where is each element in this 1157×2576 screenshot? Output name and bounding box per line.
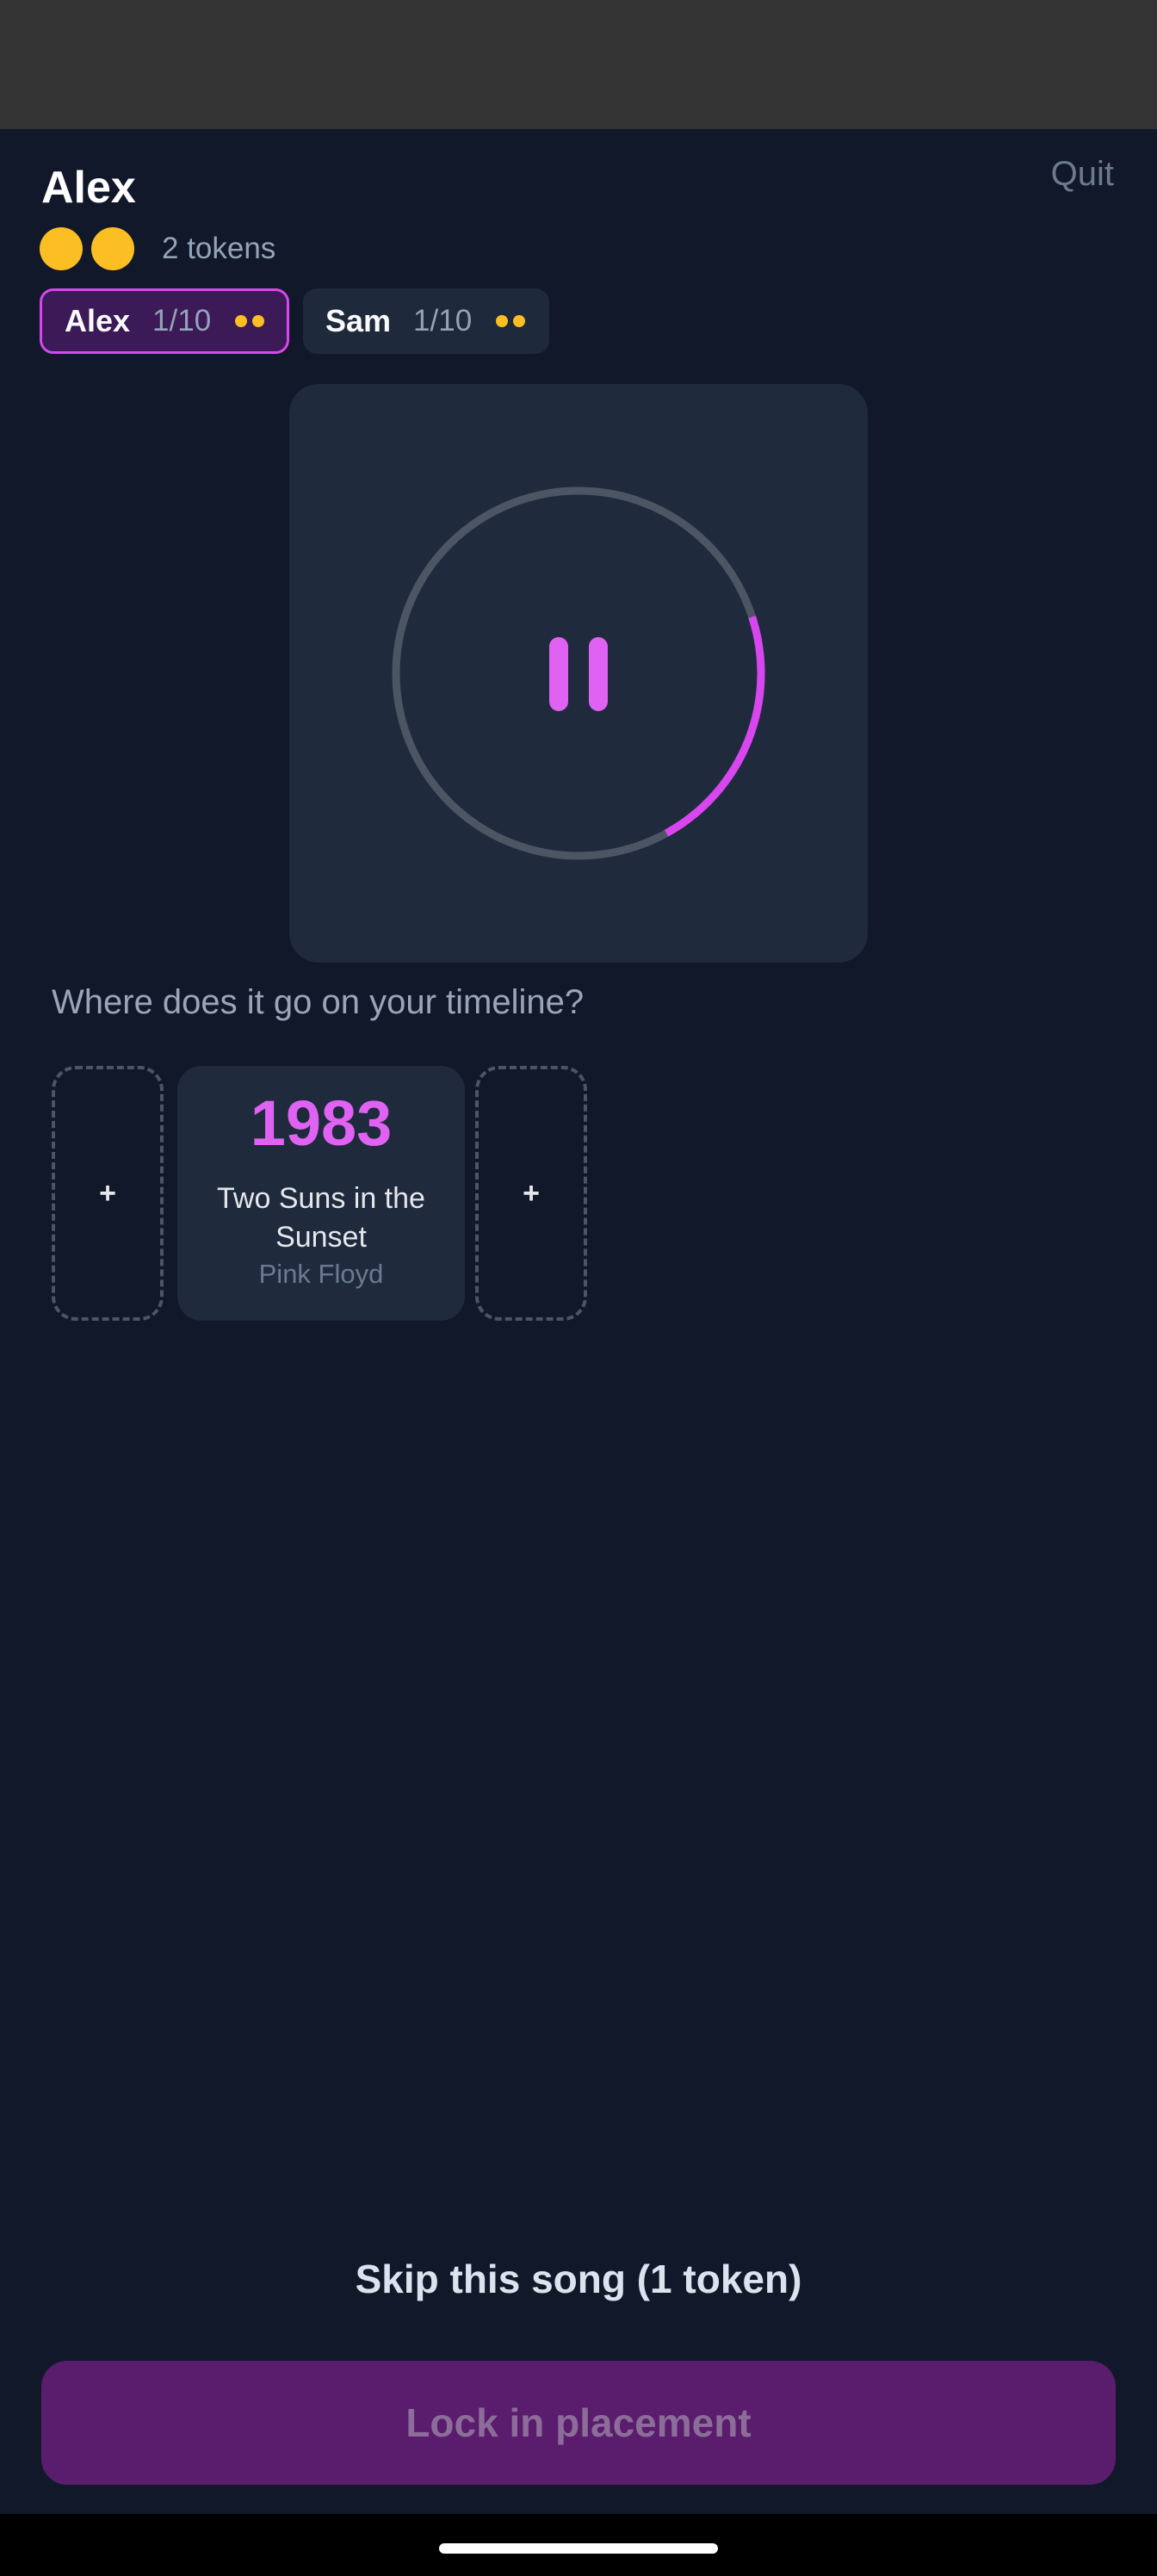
navigation-bar xyxy=(0,2514,1157,2576)
audio-player-card xyxy=(289,384,868,963)
quit-button[interactable]: Quit xyxy=(1051,155,1114,194)
song-artist: Pink Floyd xyxy=(258,1259,384,1289)
player-chip-score: 1/10 xyxy=(413,304,473,337)
skip-song-button[interactable]: Skip this song (1 token) xyxy=(0,2256,1157,2302)
token-balance: 2 tokens xyxy=(40,226,275,272)
timeline-song-card: 1983 Two Suns in the Sunset Pink Floyd xyxy=(177,1066,465,1321)
playback-progress-ring xyxy=(392,486,765,860)
token-coin-icon xyxy=(91,227,134,270)
status-bar xyxy=(0,0,1157,129)
token-dot-icon xyxy=(235,315,248,327)
token-coin-icon xyxy=(40,227,83,270)
pause-icon[interactable] xyxy=(549,637,608,711)
tokens-count-label: 2 tokens xyxy=(162,232,276,265)
player-chip-name: Alex xyxy=(65,303,131,338)
current-player-name: Alex xyxy=(41,163,136,213)
player-chip-alex: Alex 1/10 xyxy=(40,288,289,354)
timeline-slot-after[interactable]: + xyxy=(475,1066,587,1321)
token-dot-icon xyxy=(496,315,509,327)
token-dot-icon xyxy=(252,315,265,327)
progress-arc xyxy=(392,486,765,860)
game-screen: Alex Quit 2 tokens Alex 1/10 Sam 1/10 Wh… xyxy=(0,129,1157,2514)
song-title: Two Suns in the Sunset xyxy=(217,1182,425,1254)
lock-placement-button[interactable]: Lock in placement xyxy=(41,2361,1116,2485)
timeline-prompt: Where does it go on your timeline? xyxy=(52,983,585,1021)
player-chip-tokens xyxy=(235,315,269,327)
player-chip-tokens xyxy=(496,315,530,327)
player-chip-sam: Sam 1/10 xyxy=(303,288,549,354)
player-chip-score: 1/10 xyxy=(152,304,212,337)
token-dot-icon xyxy=(513,315,526,327)
timeline-slot-before[interactable]: + xyxy=(52,1066,164,1321)
home-indicator[interactable] xyxy=(439,2543,718,2554)
song-year: 1983 xyxy=(250,1087,393,1159)
player-chip-name: Sam xyxy=(325,303,392,338)
